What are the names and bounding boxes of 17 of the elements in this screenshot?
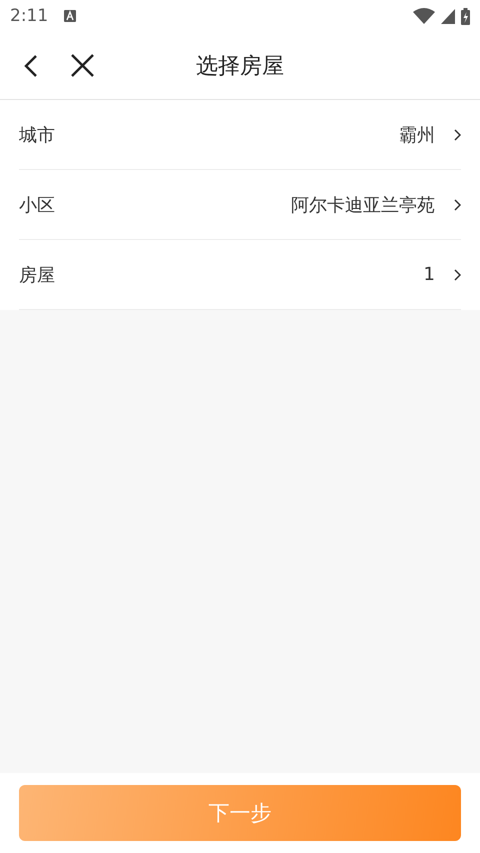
keyboard-indicator-icon (64, 10, 76, 22)
row-value[interactable]: 霸州 (399, 122, 435, 146)
battery-icon (461, 8, 470, 24)
page-title: 选择房屋 (196, 52, 284, 80)
back-icon[interactable] (24, 54, 38, 78)
row-value[interactable]: 1 (424, 264, 435, 285)
row-label: 房屋 (19, 264, 55, 286)
row-label: 小区 (19, 194, 55, 216)
chevron-right-icon[interactable] (454, 268, 461, 280)
row-label: 城市 (19, 124, 55, 146)
chevron-right-icon[interactable] (454, 198, 461, 210)
status-time: 2:11 (10, 6, 48, 26)
wifi-icon (413, 8, 435, 24)
close-icon[interactable] (71, 54, 94, 77)
signal-icon (441, 8, 455, 24)
row-value[interactable]: 阿尔卡迪亚兰亭苑 (291, 192, 435, 216)
chevron-right-icon[interactable] (454, 128, 461, 140)
